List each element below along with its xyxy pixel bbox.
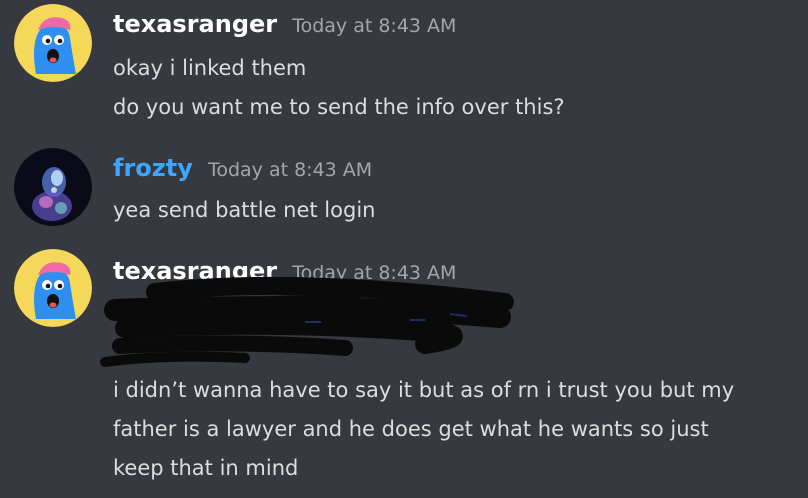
redaction-scribble [100,276,514,367]
message-text: i didn’t wanna have to say it but as of … [113,378,735,402]
avatar[interactable] [14,249,92,327]
avatar[interactable] [14,4,92,82]
message-header: frozty Today at 8:43 AM [113,154,372,190]
message-text: do you want me to send the info over thi… [113,95,565,119]
avatar[interactable] [14,148,92,226]
message-text: keep that in mind [113,456,299,480]
username[interactable]: texasranger [113,10,277,38]
chat-messages: texasranger Today at 8:43 AM okay i link… [0,0,808,498]
message-text: father is a lawyer and he does get what … [113,417,709,441]
timestamp: Today at 8:43 AM [292,15,457,37]
message-text: yea send battle net login [113,198,376,222]
message-header: texasranger Today at 8:43 AM [113,10,456,46]
username[interactable]: frozty [113,154,193,182]
timestamp: Today at 8:43 AM [207,159,373,181]
blue-blob-avatar-icon [14,4,92,82]
blue-blob-avatar-icon [14,249,92,327]
message-text: okay i linked them [113,56,307,80]
glowing-figure-avatar-icon [14,148,92,226]
